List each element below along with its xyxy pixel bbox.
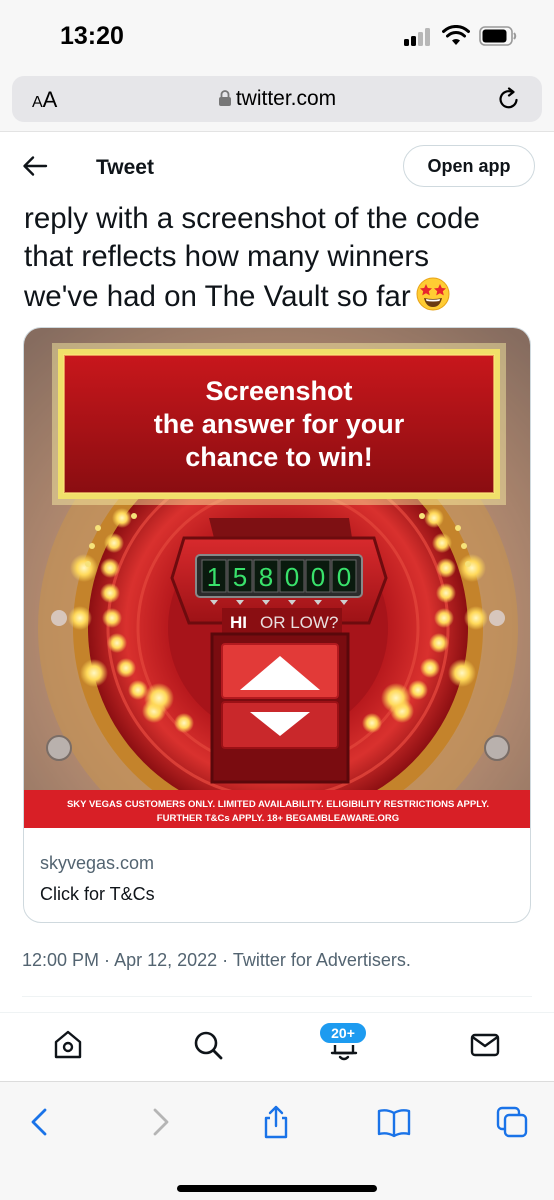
- page-title: Tweet: [96, 156, 154, 179]
- browser-address-area: AA twitter.com: [0, 72, 554, 132]
- url-display[interactable]: twitter.com: [12, 87, 542, 111]
- status-bar: 13:20: [0, 0, 554, 72]
- tweet-text-line: that reflects how many winners: [24, 240, 429, 273]
- share-icon[interactable]: [258, 1104, 294, 1140]
- tweet-time[interactable]: 12:00 PM: [22, 950, 99, 970]
- battery-icon: [479, 26, 517, 46]
- ad-headline-line1: Screenshot: [205, 376, 352, 406]
- ad-headline-line3: chance to win!: [185, 442, 373, 472]
- tweet-header: Tweet Open app: [0, 133, 554, 197]
- tweet-metadata: 12:00 PM · Apr 12, 2022 · Twitter for Ad…: [22, 950, 411, 971]
- tweet-text-line: reply with a screenshot of the code: [24, 202, 480, 235]
- counter-digit: 1: [207, 562, 221, 592]
- link-card[interactable]: Screenshot the answer for your chance to…: [23, 327, 531, 923]
- divider: [22, 996, 532, 997]
- status-time: 13:20: [60, 22, 124, 50]
- counter-digit: 0: [285, 562, 299, 592]
- back-arrow-icon[interactable]: [22, 155, 48, 177]
- back-icon[interactable]: [22, 1104, 58, 1140]
- card-domain[interactable]: skyvegas.com: [40, 853, 154, 874]
- open-app-button[interactable]: Open app: [403, 145, 535, 187]
- forward-icon[interactable]: [142, 1104, 178, 1140]
- tweet-text-line-last: we've had on The Vault so far: [24, 276, 534, 316]
- or-low-label: OR LOW?: [260, 613, 338, 632]
- lock-icon: [218, 90, 231, 106]
- safari-toolbar: [0, 1081, 554, 1200]
- counter-digit: 0: [337, 562, 351, 592]
- home-indicator: [177, 1185, 377, 1192]
- tweet-date[interactable]: Apr 12, 2022: [114, 950, 217, 970]
- ad-disclaimer-line1: SKY VEGAS CUSTOMERS ONLY. LIMITED AVAILA…: [67, 799, 489, 810]
- reload-icon[interactable]: [496, 86, 522, 112]
- tweet-text: reply with a screenshot of the code that…: [24, 200, 534, 316]
- messages-icon[interactable]: [467, 1027, 503, 1063]
- ad-image[interactable]: Screenshot the answer for your chance to…: [24, 328, 531, 828]
- card-title[interactable]: Click for T&Cs: [40, 884, 155, 905]
- hi-label: HI: [230, 613, 247, 632]
- star-struck-emoji-icon: [416, 277, 450, 311]
- url-text: twitter.com: [235, 87, 337, 110]
- wifi-icon: [442, 25, 470, 45]
- bottom-tab-bar: [0, 1012, 554, 1080]
- notification-badge: 20+: [318, 1021, 368, 1045]
- bookmarks-icon[interactable]: [376, 1104, 412, 1140]
- ad-disclaimer-line2: FURTHER T&Cs APPLY. 18+ BEGAMBLEAWARE.OR…: [157, 813, 399, 824]
- address-bar[interactable]: AA twitter.com: [12, 76, 542, 122]
- cellular-signal-icon: [404, 28, 434, 46]
- meta-separator: ·: [99, 950, 115, 970]
- search-icon[interactable]: [190, 1027, 226, 1063]
- ad-headline-line2: the answer for your: [154, 409, 405, 439]
- tweet-text-line: we've had on The Vault so far: [24, 280, 411, 313]
- home-icon[interactable]: [50, 1027, 86, 1063]
- tweet-source[interactable]: Twitter for Advertisers.: [233, 950, 411, 970]
- counter-digit: 8: [259, 562, 273, 592]
- meta-separator: ·: [217, 950, 233, 970]
- counter-digit: 5: [233, 562, 247, 592]
- tabs-icon[interactable]: [494, 1104, 530, 1140]
- counter-digit: 0: [311, 562, 325, 592]
